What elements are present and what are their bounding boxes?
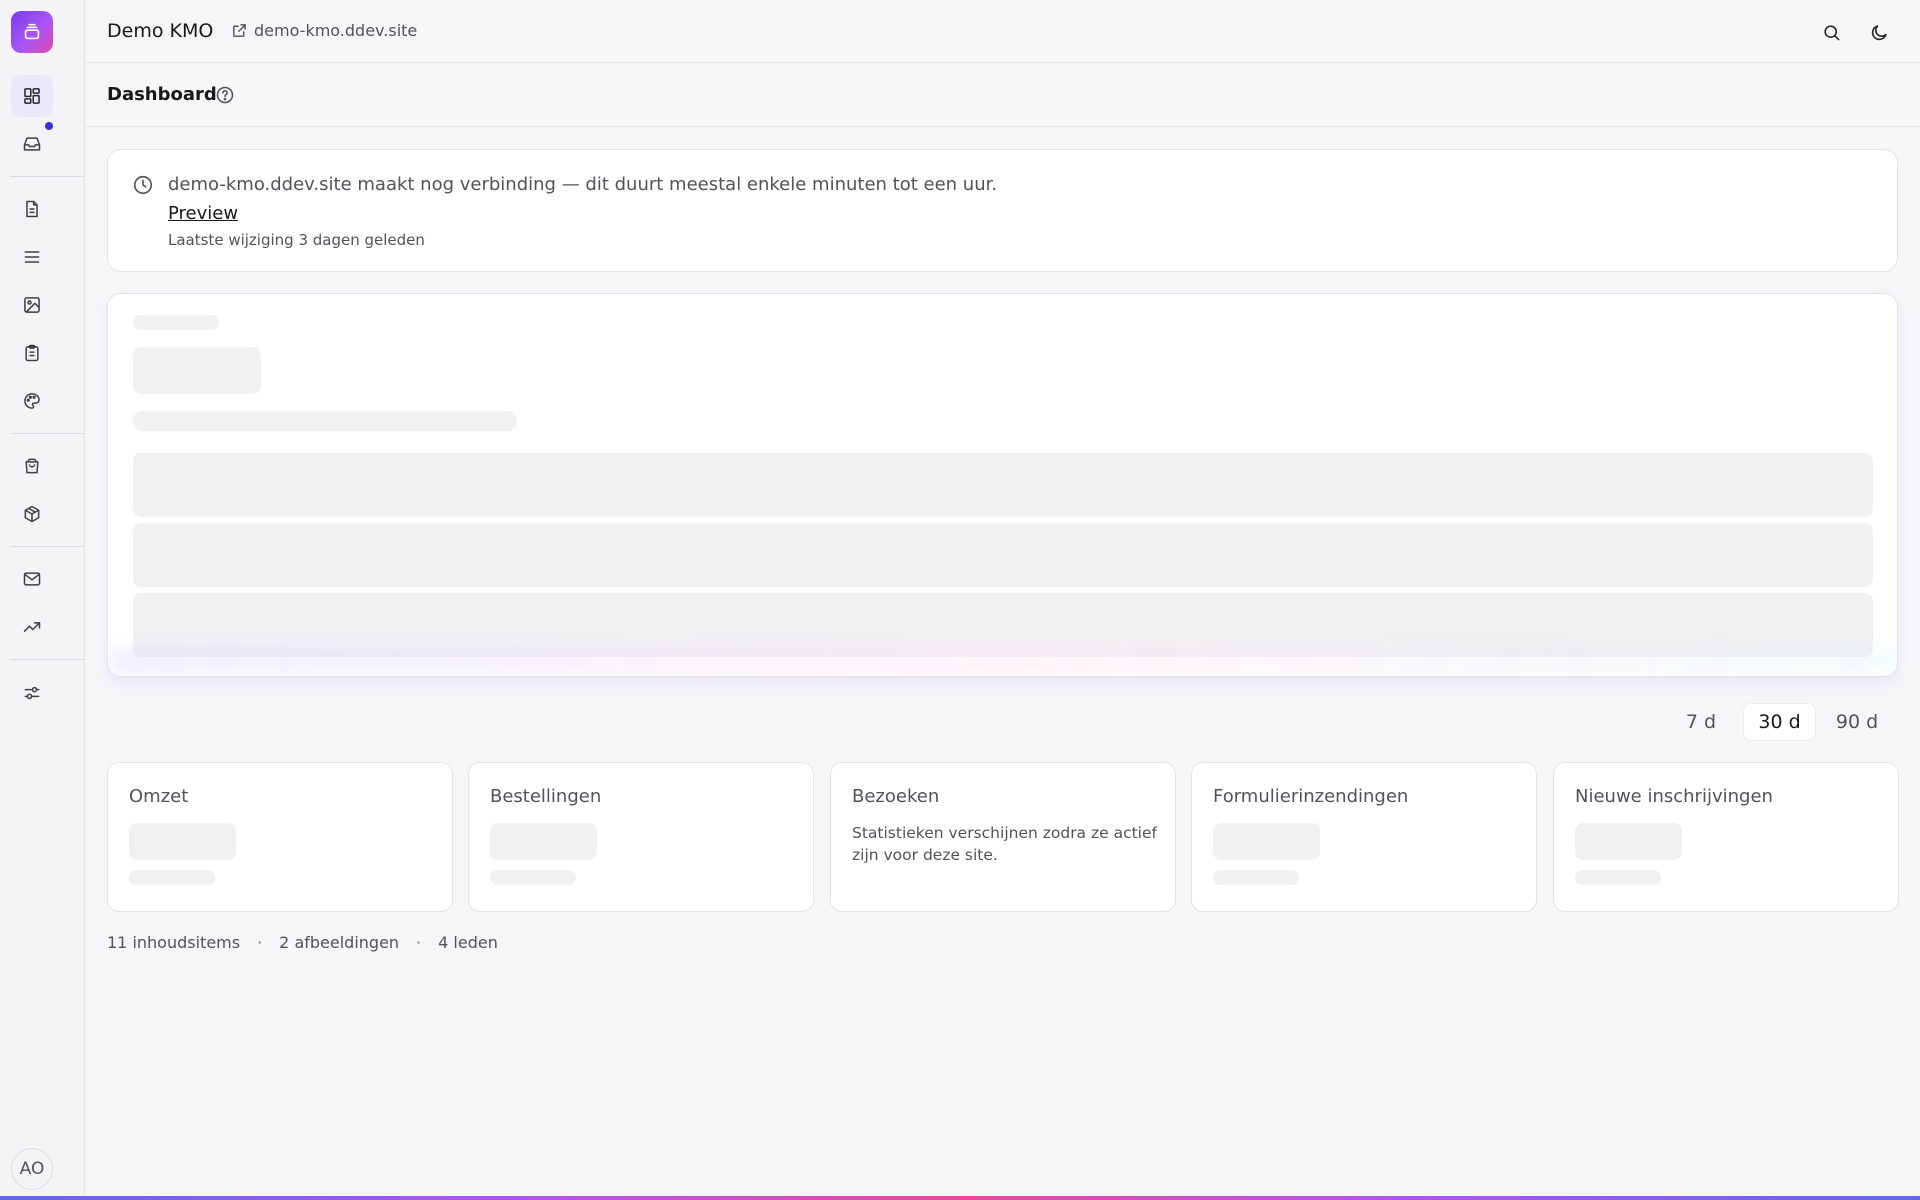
top-header: Demo KMO demo-kmo.ddev.site [86, 0, 1920, 63]
stat-card-formulierinzendingen: Formulierinzendingen [1191, 762, 1537, 912]
list-icon [24, 251, 40, 263]
sidebar-item-shop[interactable] [11, 445, 53, 487]
skeleton-line [133, 411, 517, 431]
sidebar-divider [10, 433, 84, 434]
layers-icon [24, 23, 40, 40]
skeleton-row [133, 523, 1873, 587]
site-link[interactable]: demo-kmo.ddev.site [231, 21, 417, 40]
sidebar-item-forms[interactable] [11, 332, 53, 374]
summary-separator: · [257, 933, 263, 952]
stat-card-nieuwe-inschrijvingen: Nieuwe inschrijvingen [1553, 762, 1899, 912]
site-link-label: demo-kmo.ddev.site [254, 21, 418, 40]
sidebar-item-menus[interactable] [11, 236, 53, 278]
shopping-bag-icon [25, 458, 39, 474]
sidebar: AO [0, 0, 85, 1200]
summary-members: 4 leden [438, 933, 498, 952]
page-icon [26, 200, 38, 218]
stat-card-bestellingen: Bestellingen [468, 762, 814, 912]
app-logo[interactable] [11, 11, 53, 53]
dashboard-icon [24, 88, 40, 104]
skeleton-block [490, 823, 597, 860]
skeleton-line [490, 870, 576, 885]
help-circle-icon [216, 86, 234, 104]
skeleton-line [1213, 870, 1299, 885]
theme-toggle-button[interactable] [1866, 19, 1892, 45]
skeleton-line [1575, 870, 1661, 885]
skeleton-line [129, 870, 215, 885]
clipboard-icon [25, 344, 39, 362]
skeleton-block [129, 823, 236, 860]
image-icon [24, 297, 40, 313]
external-link-icon [233, 24, 246, 37]
summary-separator: · [416, 933, 422, 952]
summary-images: 2 afbeeldingen [279, 933, 400, 952]
range-30d[interactable]: 30 d [1743, 703, 1816, 741]
clock-icon [132, 174, 154, 200]
skeleton-block [1575, 823, 1682, 860]
settings-sliders-icon [24, 686, 40, 700]
stat-label: Nieuwe inschrijvingen [1575, 786, 1773, 807]
sidebar-divider [10, 546, 84, 547]
moon-icon [1871, 24, 1887, 40]
stat-label: Bestellingen [490, 786, 602, 807]
notice-message: demo-kmo.ddev.site maakt nog verbinding … [168, 174, 998, 195]
page-header: Dashboard [86, 64, 1920, 127]
avatar-initials: AO [19, 1159, 45, 1179]
notice-last-modified: Laatste wijziging 3 dagen geleden [168, 231, 425, 249]
search-icon [1823, 24, 1839, 40]
sidebar-item-analytics[interactable] [11, 606, 53, 648]
connection-notice: demo-kmo.ddev.site maakt nog verbinding … [107, 149, 1898, 272]
package-icon [24, 505, 40, 523]
skeleton-row [133, 453, 1873, 517]
trending-up-icon [23, 622, 41, 632]
stat-label: Omzet [129, 786, 189, 807]
page-title: Dashboard [107, 84, 217, 105]
sidebar-item-products[interactable] [11, 493, 53, 535]
sidebar-divider [10, 659, 84, 660]
mail-icon [23, 572, 41, 586]
skeleton-line [133, 315, 219, 330]
sidebar-item-design[interactable] [11, 380, 53, 422]
range-7d[interactable]: 7 d [1674, 703, 1728, 741]
stat-label: Bezoeken [852, 786, 940, 807]
sidebar-divider [10, 176, 84, 177]
sidebar-item-dashboard[interactable] [11, 75, 53, 117]
stat-label: Formulierinzendingen [1213, 786, 1409, 807]
content-summary: 11 inhoudsitems · 2 afbeeldingen · 4 led… [107, 933, 498, 952]
stat-card-omzet: Omzet [107, 762, 453, 912]
sidebar-item-settings[interactable] [11, 672, 53, 714]
site-title: Demo KMO [107, 20, 214, 42]
summary-content-items: 11 inhoudsitems [107, 933, 241, 952]
user-avatar[interactable]: AO [11, 1148, 53, 1190]
sidebar-item-pages[interactable] [11, 188, 53, 230]
palette-icon [24, 393, 40, 409]
sidebar-item-mail[interactable] [11, 558, 53, 600]
sidebar-item-media[interactable] [11, 284, 53, 326]
loading-skeleton-card [107, 293, 1898, 677]
skeleton-block [133, 347, 261, 394]
search-button[interactable] [1818, 19, 1844, 45]
skeleton-glow [108, 646, 1897, 676]
range-90d[interactable]: 90 d [1829, 703, 1885, 741]
skeleton-block [1213, 823, 1320, 860]
help-button[interactable] [215, 85, 235, 109]
inbox-icon [23, 137, 41, 151]
stat-card-bezoeken: Bezoeken Statistieken verschijnen zodra … [830, 762, 1176, 912]
preview-link[interactable]: Preview [168, 203, 238, 224]
bottom-gradient-bar [0, 1196, 1920, 1200]
notification-dot [45, 122, 53, 130]
stat-note: Statistieken verschijnen zodra ze actief… [852, 824, 1157, 864]
